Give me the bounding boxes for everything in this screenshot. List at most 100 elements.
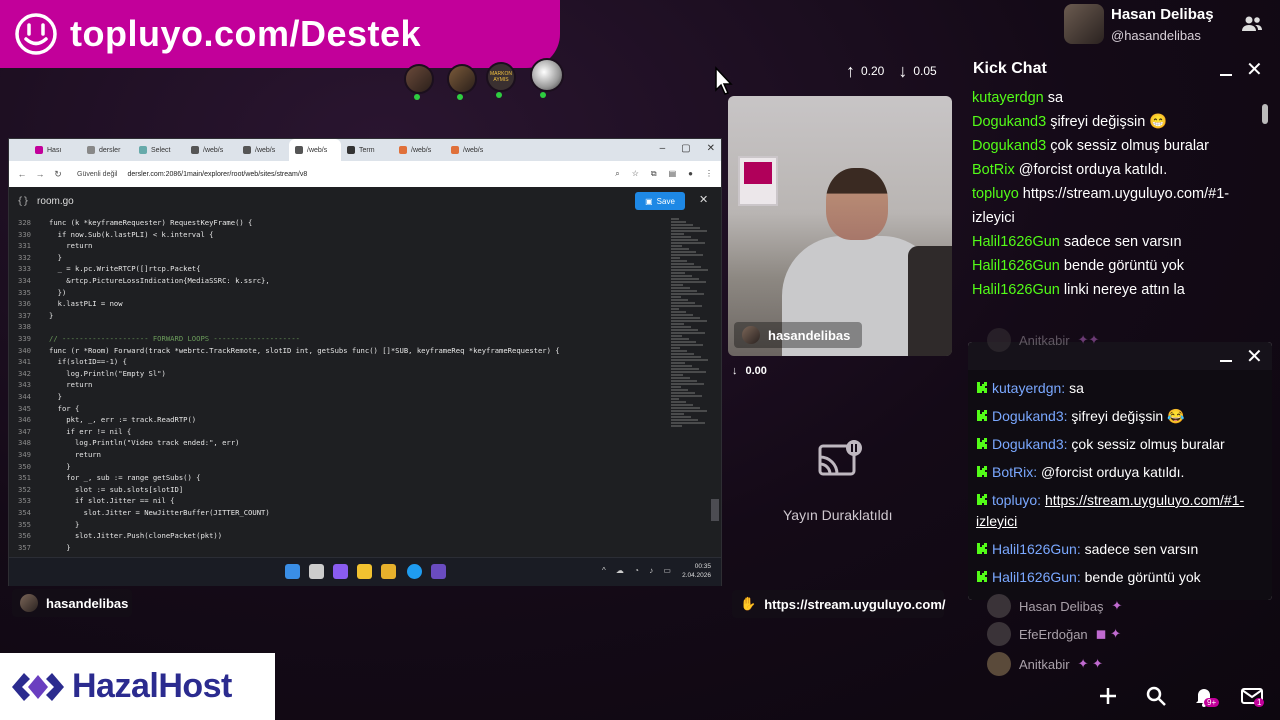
- browser-tab-active[interactable]: /web/s: [289, 139, 341, 161]
- security-warning[interactable]: Güvenli değil: [77, 171, 117, 178]
- code-line[interactable]: 343 return: [9, 379, 92, 391]
- menu-icon[interactable]: ⋮: [705, 169, 713, 179]
- code-line[interactable]: 336 k.lastPLI = now: [9, 298, 123, 310]
- user-avatar[interactable]: [1064, 4, 1104, 44]
- messages-button[interactable]: 1: [1240, 684, 1270, 712]
- code-line[interactable]: 357 }: [9, 542, 71, 554]
- guest-avatar-3[interactable]: MARKON AYMIS: [486, 62, 516, 98]
- viewer-item[interactable]: EfeErdoğan ◼ ✦: [987, 622, 1121, 646]
- search-icon[interactable]: [309, 564, 324, 579]
- browser-tab[interactable]: /web/s: [237, 139, 289, 161]
- kick-chat-messages[interactable]: kutayerdgn sa Dogukand3 şifreyi değişsin …: [972, 86, 1262, 316]
- code-line[interactable]: 328 func (k *keyframeRequester) RequestKe…: [9, 217, 252, 229]
- code-line[interactable]: 354 slot.Jitter = NewJitterBuffer(JITTER…: [9, 507, 270, 519]
- browser-tab[interactable]: dersler: [81, 139, 133, 161]
- chat-username[interactable]: Dogukand3: [972, 138, 1046, 154]
- url-input[interactable]: dersler.com:2086/1main/explorer/root/web…: [127, 171, 307, 178]
- chat-username[interactable]: Halil1626Gun: [972, 282, 1060, 298]
- code-line[interactable]: 356 slot.Jitter.Push(clonePacket(pkt)): [9, 530, 222, 542]
- viewer-item[interactable]: Hasan Delibaş ✦: [987, 594, 1122, 618]
- chat-scrollbar[interactable]: [1262, 104, 1268, 124]
- search-icon[interactable]: [1144, 684, 1168, 708]
- code-line[interactable]: 349 return: [9, 449, 101, 461]
- browser-tab[interactable]: Hası: [29, 139, 81, 161]
- guest-avatar-1[interactable]: [404, 64, 434, 100]
- browser-tab[interactable]: Select: [133, 139, 185, 161]
- code-area[interactable]: 328 func (k *keyframeRequester) RequestKe…: [9, 217, 669, 555]
- chat-username[interactable]: kutayerdgn: [972, 90, 1044, 106]
- sidebar-icon[interactable]: ▤: [669, 169, 677, 179]
- editor-close-icon[interactable]: ✕: [699, 193, 708, 206]
- close-icon[interactable]: ✕: [1246, 344, 1263, 369]
- chat-username[interactable]: Halil1626Gun: [992, 541, 1077, 557]
- edge-icon[interactable]: [407, 564, 422, 579]
- guest-avatar-2[interactable]: [447, 64, 477, 100]
- chat-username[interactable]: Halil1626Gun: [972, 234, 1060, 250]
- browser-tab[interactable]: /web/s: [393, 139, 445, 161]
- maximize-icon[interactable]: ▢: [681, 143, 690, 154]
- code-line[interactable]: 350 }: [9, 461, 71, 473]
- browser-tab[interactable]: /web/s: [445, 139, 497, 161]
- stream-url-pill[interactable]: ✋ https://stream.uyguluyo.com/: [732, 590, 946, 618]
- code-line[interactable]: 330 if now.Sub(k.lastPLI) < k.interval {: [9, 229, 213, 241]
- extension-icon[interactable]: ⧉: [651, 169, 657, 179]
- code-line[interactable]: 342 log.Println("Empty Sl"): [9, 368, 166, 380]
- code-line[interactable]: 331 return: [9, 240, 92, 252]
- notifications-button[interactable]: 9+: [1192, 684, 1222, 712]
- viewer-item[interactable]: Anitkabir ✦✦: [987, 328, 1099, 352]
- chat-overlay-messages[interactable]: kutayerdgn: sa Dogukand3: şifreyi değişsi…: [968, 370, 1272, 600]
- guest-avatar-4[interactable]: [530, 58, 564, 98]
- code-line[interactable]: 353 if slot.Jitter == nil {: [9, 495, 174, 507]
- chat-username[interactable]: BotRix: [972, 162, 1015, 178]
- reload-icon[interactable]: ↻: [53, 169, 63, 180]
- chat-username[interactable]: Halil1626Gun: [992, 569, 1077, 585]
- code-line[interactable]: 355 }: [9, 519, 79, 531]
- star-icon[interactable]: ☆: [632, 169, 639, 179]
- chat-username[interactable]: Dogukand3: [992, 436, 1064, 452]
- code-line[interactable]: 334 &rtcp.PictureLossIndication{MediaSSR…: [9, 275, 270, 287]
- app-icon[interactable]: [431, 564, 446, 579]
- viewer-item[interactable]: Anitkabir ✦ ✦: [987, 652, 1103, 676]
- code-line[interactable]: 332 }: [9, 252, 62, 264]
- save-button[interactable]: ▣ Save: [635, 192, 685, 210]
- browser-tab[interactable]: Term: [341, 139, 393, 161]
- browser-tab[interactable]: /web/s: [185, 139, 237, 161]
- add-icon[interactable]: [1096, 684, 1120, 708]
- minimize-icon[interactable]: [1218, 348, 1234, 364]
- minimize-icon[interactable]: [1218, 62, 1234, 78]
- close-icon[interactable]: ✕: [707, 143, 715, 154]
- code-line[interactable]: 337}: [9, 310, 53, 322]
- code-line[interactable]: 344 }: [9, 391, 62, 403]
- close-icon[interactable]: ✕: [1246, 60, 1263, 80]
- code-line[interactable]: 348 log.Println("Video track ended:", er…: [9, 437, 239, 449]
- code-line[interactable]: 346 pkt, _, err := track.ReadRTP(): [9, 414, 196, 426]
- start-icon[interactable]: [285, 564, 300, 579]
- chat-username[interactable]: BotRix: [992, 464, 1033, 480]
- users-icon[interactable]: [1240, 12, 1264, 36]
- code-line[interactable]: 341 if(slotID==-1) {: [9, 356, 127, 368]
- code-line[interactable]: 339 // -------------------- FORWARD LOOPS…: [9, 333, 300, 345]
- code-line[interactable]: 338: [9, 321, 49, 333]
- chat-username[interactable]: Halil1626Gun: [972, 258, 1060, 274]
- back-icon[interactable]: ←: [17, 169, 27, 179]
- code-minimap[interactable]: [671, 217, 711, 517]
- chat-username[interactable]: topluyo: [992, 492, 1037, 508]
- zoom-icon[interactable]: ⌕: [615, 169, 619, 179]
- explorer-icon[interactable]: [381, 564, 396, 579]
- taskbar-clock[interactable]: 00:35 2.04.2026: [682, 562, 711, 580]
- code-line[interactable]: 335 }): [9, 287, 66, 299]
- code-line[interactable]: 352 slot := sub.slots[slotID]: [9, 484, 183, 496]
- profile-icon[interactable]: ●: [688, 169, 693, 179]
- code-line[interactable]: 351 for _, sub := range getSubs() {: [9, 472, 200, 484]
- chat-username[interactable]: Dogukand3: [992, 408, 1064, 424]
- editor-scrollbar[interactable]: [711, 499, 719, 521]
- code-line[interactable]: 347 if err != nil {: [9, 426, 131, 438]
- code-line[interactable]: 340 func (r *Room) Forward(track *webrtc.…: [9, 345, 560, 357]
- code-line[interactable]: 333 _ = k.pc.WriteRTCP([]rtcp.Packet{: [9, 263, 200, 275]
- minimize-icon[interactable]: –: [660, 143, 666, 154]
- system-tray[interactable]: ^ ☁ ◔ ♪ ▭: [602, 566, 675, 575]
- chat-username[interactable]: Dogukand3: [972, 114, 1046, 130]
- code-line[interactable]: 345 for {: [9, 403, 79, 415]
- folder-icon[interactable]: [357, 564, 372, 579]
- chat-username[interactable]: kutayerdgn: [992, 380, 1061, 396]
